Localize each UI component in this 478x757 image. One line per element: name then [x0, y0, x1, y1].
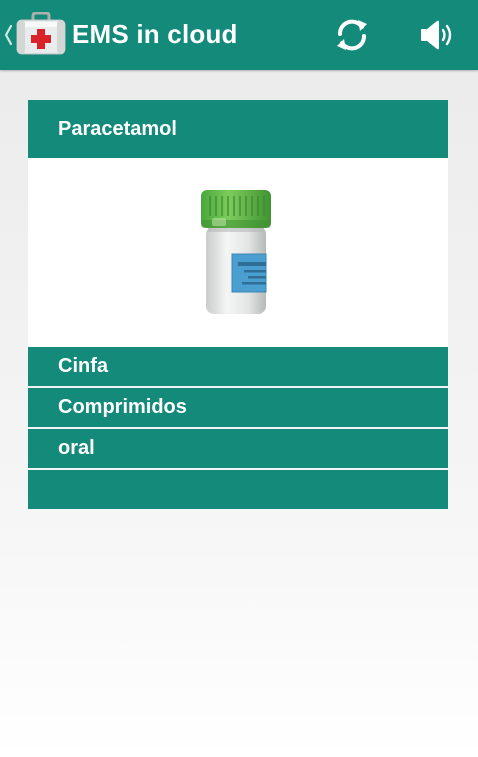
refresh-button[interactable] — [330, 13, 374, 57]
manufacturer-row: Cinfa — [28, 347, 448, 386]
empty-row — [28, 470, 448, 509]
refresh-icon — [337, 19, 367, 51]
medication-card: Paracetamol Cinfa Comprimidos oral — [28, 100, 448, 509]
chevron-left-icon[interactable] — [3, 23, 13, 47]
sound-button[interactable] — [414, 13, 458, 57]
pill-bottle-icon — [201, 189, 271, 314]
volume-icon — [421, 20, 452, 50]
medication-header: Paracetamol — [28, 100, 448, 158]
medication-image — [28, 158, 448, 347]
app-title: EMS in cloud — [72, 19, 238, 49]
route-row: oral — [28, 429, 448, 468]
app-bar: EMS in cloud — [0, 0, 478, 70]
medication-name: Paracetamol — [58, 117, 177, 140]
form-row: Comprimidos — [28, 388, 448, 427]
first-aid-kit-icon[interactable] — [15, 12, 67, 56]
